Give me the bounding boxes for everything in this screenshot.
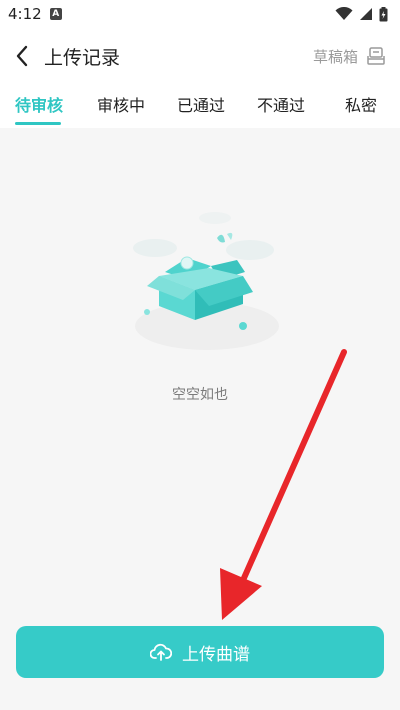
tab-private[interactable]: 私密 — [345, 92, 377, 116]
wifi-icon — [335, 7, 353, 20]
drafts-button[interactable]: 草稿箱 — [313, 46, 386, 67]
empty-box-illustration — [133, 212, 279, 350]
notification-a-icon: A — [49, 8, 62, 20]
tab-pending-review[interactable]: 待审核 — [15, 92, 63, 116]
back-button[interactable] — [4, 36, 40, 76]
status-bar: 4:12 A — [0, 0, 400, 28]
tab-bar: 待审核 审核中 已通过 不通过 私密 — [0, 84, 400, 128]
drafts-box-icon — [367, 47, 385, 65]
tab-active-indicator — [15, 122, 61, 125]
chevron-left-icon — [16, 45, 28, 67]
cloud-upload-icon — [150, 643, 172, 661]
signal-icon — [360, 8, 372, 20]
content-area: 空空如也 上传曲谱 — [0, 128, 400, 710]
app-header: 上传记录 草稿箱 — [0, 36, 400, 76]
drafts-label: 草稿箱 — [312, 47, 358, 66]
upload-score-label: 上传曲谱 — [182, 644, 250, 665]
tab-under-review[interactable]: 审核中 — [97, 92, 145, 116]
empty-state-message: 空空如也 — [172, 387, 228, 403]
page-title: 上传记录 — [44, 46, 121, 69]
battery-icon — [379, 6, 388, 21]
status-icons — [335, 6, 388, 22]
status-time: 4:12 — [8, 5, 42, 23]
upload-score-button[interactable]: 上传曲谱 — [16, 626, 384, 678]
tab-rejected[interactable]: 不通过 — [257, 92, 305, 116]
tab-approved[interactable]: 已通过 — [177, 92, 225, 116]
